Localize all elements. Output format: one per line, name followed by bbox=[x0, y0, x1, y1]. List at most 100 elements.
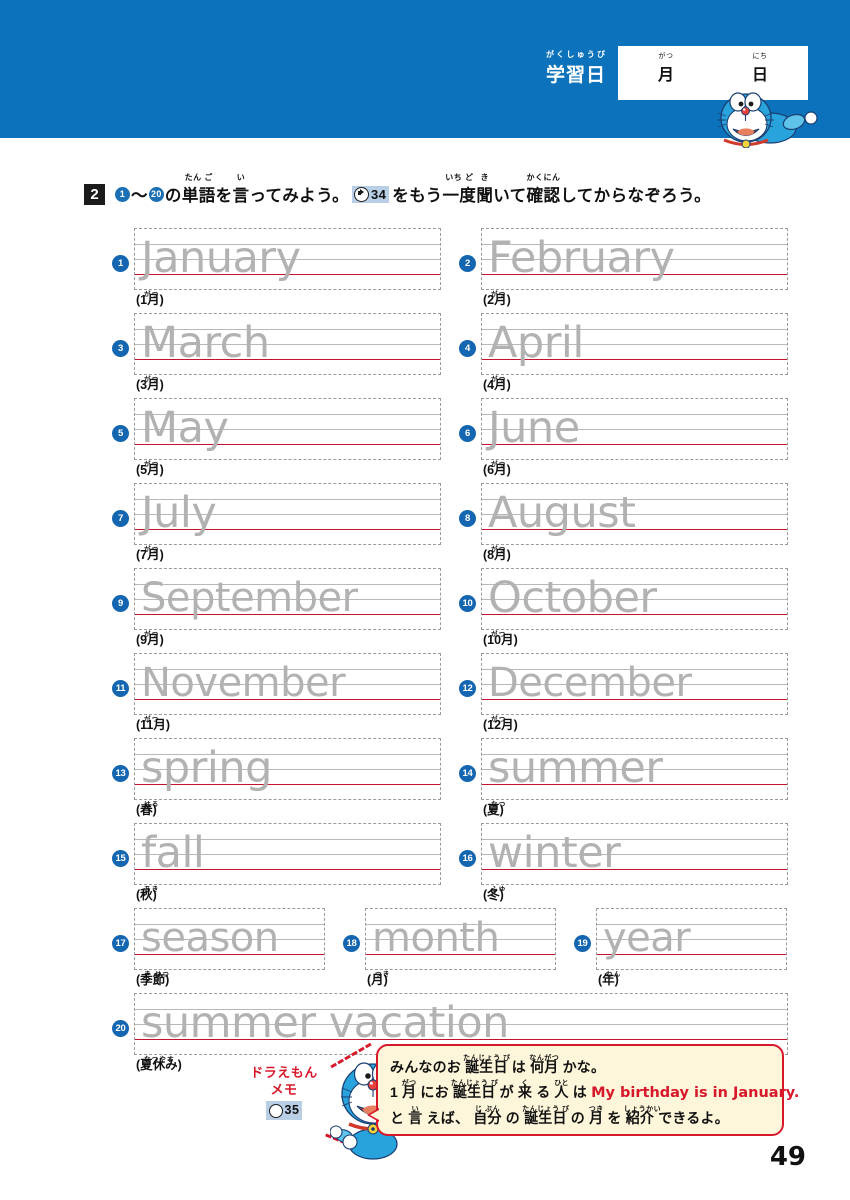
page-number: 49 bbox=[769, 1142, 806, 1172]
jp-label-11: がつ (11月) bbox=[136, 716, 441, 734]
trace-word-17: season bbox=[141, 915, 279, 961]
writing-box-2[interactable]: February bbox=[481, 228, 788, 290]
writing-box-4[interactable]: April bbox=[481, 313, 788, 375]
range-tilde: 〜 bbox=[131, 187, 148, 205]
writing-box-11[interactable]: November bbox=[134, 653, 441, 715]
trace-word-16: winter bbox=[488, 828, 621, 878]
instr-word-kakunin: かくにん 確認 bbox=[526, 173, 561, 206]
item-number-12: 12 bbox=[459, 680, 476, 697]
jp-label-8: がつ (8月) bbox=[483, 546, 788, 564]
study-date-text: 学習日 bbox=[545, 65, 606, 86]
instr-part-j: 確認 bbox=[526, 187, 561, 205]
writing-box-1[interactable]: January bbox=[134, 228, 441, 290]
jp-label-12: がつ (12月) bbox=[483, 716, 788, 734]
memo-audio-badge[interactable]: 35 bbox=[265, 1101, 303, 1120]
jp-ruby-11: がつ bbox=[144, 716, 160, 723]
memo-ruby-tanjoubi-3: たんじょう び bbox=[522, 1106, 570, 1113]
memo-line-3: と い 言 えば、 じ ぶん 自分 の たんじょう び 誕生日 の つき 月 を bbox=[390, 1106, 770, 1131]
writing-box-13[interactable]: spring bbox=[134, 738, 441, 800]
practice-row: 11 November がつ (11月) 12 December がつ (12月… bbox=[112, 653, 788, 734]
writing-box-17[interactable]: season bbox=[134, 908, 325, 970]
practice-row: 15 fall あき (秋) 16 winter ふゆ (冬) bbox=[112, 823, 788, 904]
memo-label-line1: ドラえもん bbox=[250, 1065, 318, 1080]
memo-l2-i: は bbox=[572, 1084, 587, 1100]
practice-cell-7: 7 July がつ (7月) bbox=[112, 483, 441, 564]
task-number-badge: 2 bbox=[84, 183, 105, 205]
instr-ruby-ichido: いち ど bbox=[445, 173, 474, 182]
memo-ruby-gatsu: がつ bbox=[401, 1080, 417, 1087]
jp-ruby-17: き せつ bbox=[144, 971, 171, 978]
writing-box-8[interactable]: August bbox=[481, 483, 788, 545]
writing-box-19[interactable]: year bbox=[596, 908, 787, 970]
writing-box-7[interactable]: July bbox=[134, 483, 441, 545]
speaker-icon bbox=[268, 1103, 283, 1118]
memo-line-2: 1 がつ 月 にお たんじょう び 誕生日 が く 来 る ひと 人 は My … bbox=[390, 1080, 799, 1106]
memo-ruby-kuru: く bbox=[521, 1080, 529, 1087]
trace-word-5: May bbox=[141, 403, 229, 453]
writing-box-5[interactable]: May bbox=[134, 398, 441, 460]
memo-l3-i: を bbox=[607, 1110, 622, 1126]
trace-word-3: March bbox=[141, 318, 270, 368]
memo-speech-bubble: みんなのお たんじょう び 誕生日 は なんがつ 何月 かな。 1 がつ 月 に… bbox=[367, 1044, 799, 1136]
practice-cell-13: 13 spring はる (春) bbox=[112, 738, 441, 819]
writing-box-12[interactable]: December bbox=[481, 653, 788, 715]
jp-label-3: がつ (3月) bbox=[136, 376, 441, 394]
jp-ruby-19: ねん bbox=[606, 971, 622, 978]
practice-row: 5 May がつ (5月) 6 June がつ (6月) bbox=[112, 398, 788, 479]
memo-l3-k: できるよ。 bbox=[658, 1110, 729, 1126]
item-number-16: 16 bbox=[459, 850, 476, 867]
practice-cell-14: 14 summer なつ (夏) bbox=[459, 738, 788, 819]
writing-box-9[interactable]: September bbox=[134, 568, 441, 630]
practice-cell-10: 10 October がつ (10月) bbox=[459, 568, 788, 649]
jp-ruby-18: つき bbox=[375, 971, 391, 978]
practice-cell-15: 15 fall あき (秋) bbox=[112, 823, 441, 904]
date-month-text: 月 bbox=[657, 67, 674, 84]
trace-word-8: August bbox=[488, 488, 636, 538]
instr-part-i: いて bbox=[493, 187, 527, 205]
practice-cell-16: 16 winter ふゆ (冬) bbox=[459, 823, 788, 904]
jp-ruby-12: がつ bbox=[491, 716, 507, 723]
item-number-14: 14 bbox=[459, 765, 476, 782]
memo-word-shoukai: しょうかい 紹介 bbox=[624, 1106, 661, 1131]
writing-box-18[interactable]: month bbox=[365, 908, 556, 970]
date-day-ruby: にち bbox=[752, 53, 768, 60]
jp-ruby-1: がつ bbox=[144, 291, 160, 298]
date-month-ruby: がつ bbox=[658, 53, 674, 60]
instr-part-k: してからなぞろう。 bbox=[560, 187, 711, 205]
writing-box-3[interactable]: March bbox=[134, 313, 441, 375]
practice-row: 17 season き せつ (季節) 18 month つき (月) 19 y… bbox=[112, 908, 788, 989]
jp-label-2: がつ (2月) bbox=[483, 291, 788, 309]
instr-part-h: 聞 bbox=[476, 187, 494, 205]
writing-box-10[interactable]: October bbox=[481, 568, 788, 630]
practice-cell-11: 11 November がつ (11月) bbox=[112, 653, 441, 734]
practice-cell-5: 5 May がつ (5月) bbox=[112, 398, 441, 479]
item-number-10: 10 bbox=[459, 595, 476, 612]
date-day-unit: にち 日 bbox=[738, 53, 782, 85]
jp-ruby-7: がつ bbox=[144, 546, 160, 553]
jp-ruby-3: がつ bbox=[144, 376, 160, 383]
trace-word-6: June bbox=[488, 403, 580, 453]
practice-row: 13 spring はる (春) 14 summer なつ (夏) bbox=[112, 738, 788, 819]
instruction-row: 2 1 〜 20 の たん ご 単語 を い 言 ってみよう。 34 をもう い… bbox=[84, 173, 711, 206]
jp-label-19: ねん (年) bbox=[598, 971, 787, 989]
writing-box-6[interactable]: June bbox=[481, 398, 788, 460]
memo-l2-a: 1 bbox=[390, 1084, 398, 1100]
instr-part-g: 一度 bbox=[442, 187, 477, 205]
audio-track-badge[interactable]: 34 bbox=[352, 185, 390, 203]
instr-word-tango: たん ご 単語 bbox=[182, 173, 216, 206]
memo-line-1: みんなのお たんじょう び 誕生日 は なんがつ 何月 かな。 bbox=[390, 1055, 770, 1080]
writing-box-14[interactable]: summer bbox=[481, 738, 788, 800]
memo-ruby-tsuki: つき bbox=[588, 1106, 604, 1113]
audio-track-number: 34 bbox=[371, 186, 387, 202]
trace-word-12: December bbox=[488, 660, 692, 706]
page-header: がくしゅうび 学習日 がつ 月 にち 日 bbox=[0, 0, 850, 148]
jp-label-16: ふゆ (冬) bbox=[483, 886, 788, 904]
instr-ruby-kakunin: かくにん bbox=[526, 173, 561, 182]
jp-ruby-8: がつ bbox=[491, 546, 507, 553]
practice-area: 1 January がつ (1月) 2 February がつ (2月) 3 M… bbox=[112, 228, 788, 1078]
instr-part-d: 言 bbox=[232, 187, 250, 205]
jp-label-1: がつ (1月) bbox=[136, 291, 441, 309]
item-number-20: 20 bbox=[112, 1020, 129, 1037]
writing-box-15[interactable]: fall bbox=[134, 823, 441, 885]
writing-box-16[interactable]: winter bbox=[481, 823, 788, 885]
